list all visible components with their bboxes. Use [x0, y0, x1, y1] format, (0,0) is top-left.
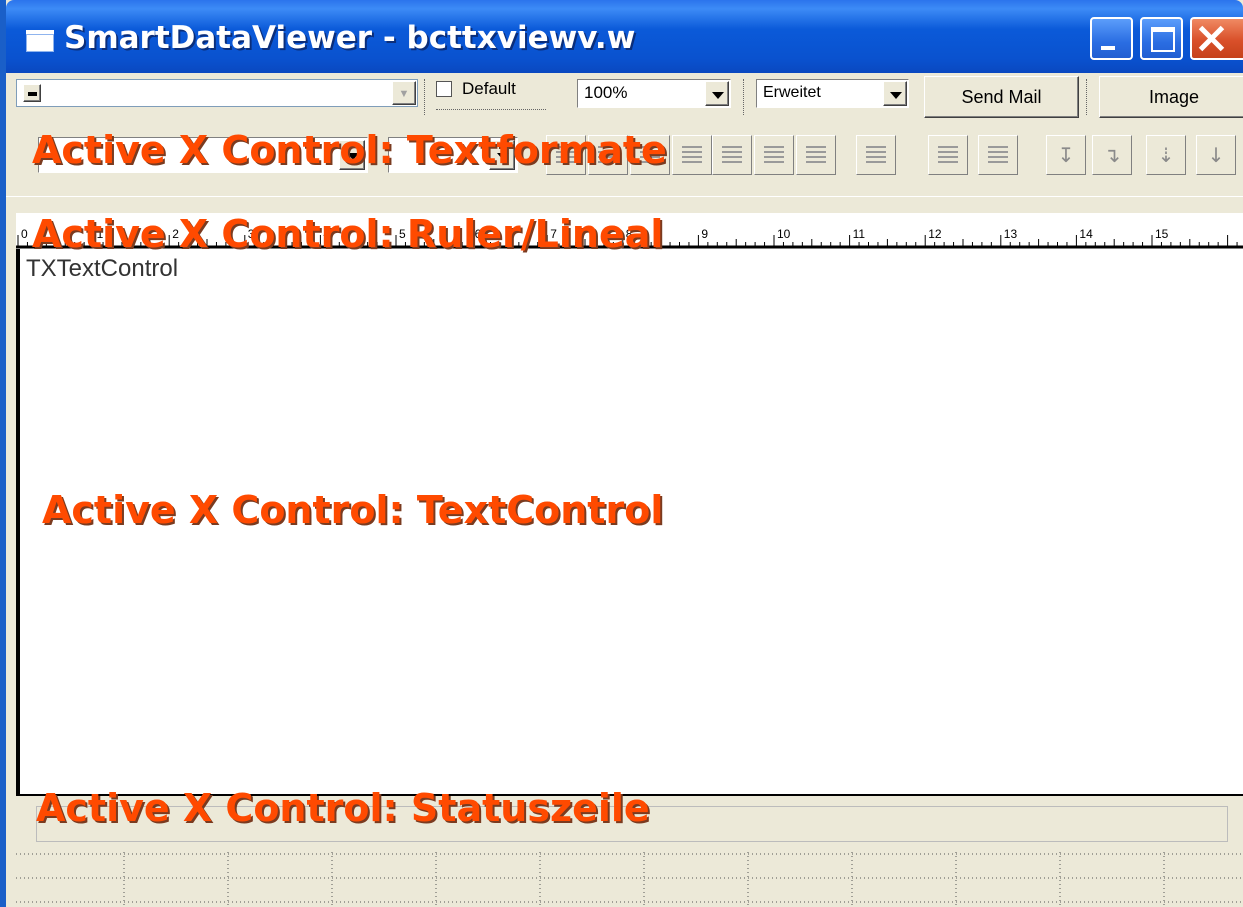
- bullet-list-icon[interactable]: [978, 135, 1018, 175]
- maximize-button[interactable]: [1140, 17, 1183, 60]
- numbered-list-icon[interactable]: [928, 135, 968, 175]
- document-combo[interactable]: ▼: [16, 79, 418, 107]
- ruler-tick-label: 14: [1079, 227, 1093, 241]
- ruler-tick-label: 9: [701, 227, 708, 241]
- minus-icon[interactable]: [23, 84, 41, 102]
- text-content: TXTextControl: [26, 255, 179, 282]
- annotation-textcontrol: Active X Control: TextControl: [42, 488, 664, 532]
- annotation-status: Active X Control: Statuszeile: [36, 786, 650, 830]
- app-window: SmartDataViewer - bcttxviewv.w ▼ Default…: [6, 0, 1243, 907]
- toolbar-separator: [1086, 79, 1087, 115]
- ruler-tick-label: 13: [1004, 227, 1018, 241]
- window-title: SmartDataViewer - bcttxviewv.w: [64, 20, 636, 56]
- ruler-tick-label: 12: [928, 227, 942, 241]
- ruler-tick-label: 11: [853, 227, 866, 241]
- minimize-button[interactable]: [1090, 17, 1133, 60]
- align-right-2-icon[interactable]: [796, 135, 836, 175]
- indent-down-icon[interactable]: ↓: [1196, 135, 1236, 175]
- title-bar[interactable]: SmartDataViewer - bcttxviewv.w: [6, 0, 1243, 73]
- send-mail-button[interactable]: Send Mail: [924, 76, 1079, 118]
- align-center-2-icon[interactable]: [754, 135, 794, 175]
- align-left-2-icon[interactable]: [712, 135, 752, 175]
- justify-icon[interactable]: [856, 135, 896, 175]
- zoom-dropdown-icon[interactable]: [705, 81, 729, 106]
- default-focus-line: [436, 109, 546, 110]
- mode-select[interactable]: Erweitet: [756, 79, 909, 108]
- indent-hanging-icon[interactable]: ⇣: [1146, 135, 1186, 175]
- zoom-value: 100%: [584, 83, 628, 102]
- image-button[interactable]: Image: [1099, 76, 1243, 118]
- close-button[interactable]: [1190, 17, 1243, 60]
- zoom-select[interactable]: 100%: [577, 79, 731, 108]
- default-checkbox[interactable]: [436, 81, 452, 97]
- align-justify-icon[interactable]: [672, 135, 712, 175]
- mode-dropdown-icon[interactable]: [883, 81, 907, 106]
- main-toolbar: ▼ Default 100% Erweitet Send Mail Image: [6, 73, 1243, 123]
- app-icon: [26, 30, 54, 52]
- indent-left-icon[interactable]: ↴: [1092, 135, 1132, 175]
- toolbar-separator: [424, 79, 425, 115]
- ruler-tick-label: 15: [1155, 227, 1169, 241]
- chevron-down-icon[interactable]: ▼: [392, 81, 416, 105]
- indent-first-icon[interactable]: ↧: [1046, 135, 1086, 175]
- mode-value: Erweitet: [763, 84, 821, 101]
- annotation-textformate: Active X Control: Textformate: [32, 128, 667, 172]
- ruler-tick-label: 0: [21, 227, 28, 241]
- annotation-ruler: Active X Control: Ruler/Lineal: [32, 212, 664, 256]
- status-dotted-grid: [16, 852, 1243, 907]
- toolbar-separator: [743, 79, 744, 115]
- ruler-tick-label: 10: [777, 227, 791, 241]
- default-label: Default: [462, 79, 516, 98]
